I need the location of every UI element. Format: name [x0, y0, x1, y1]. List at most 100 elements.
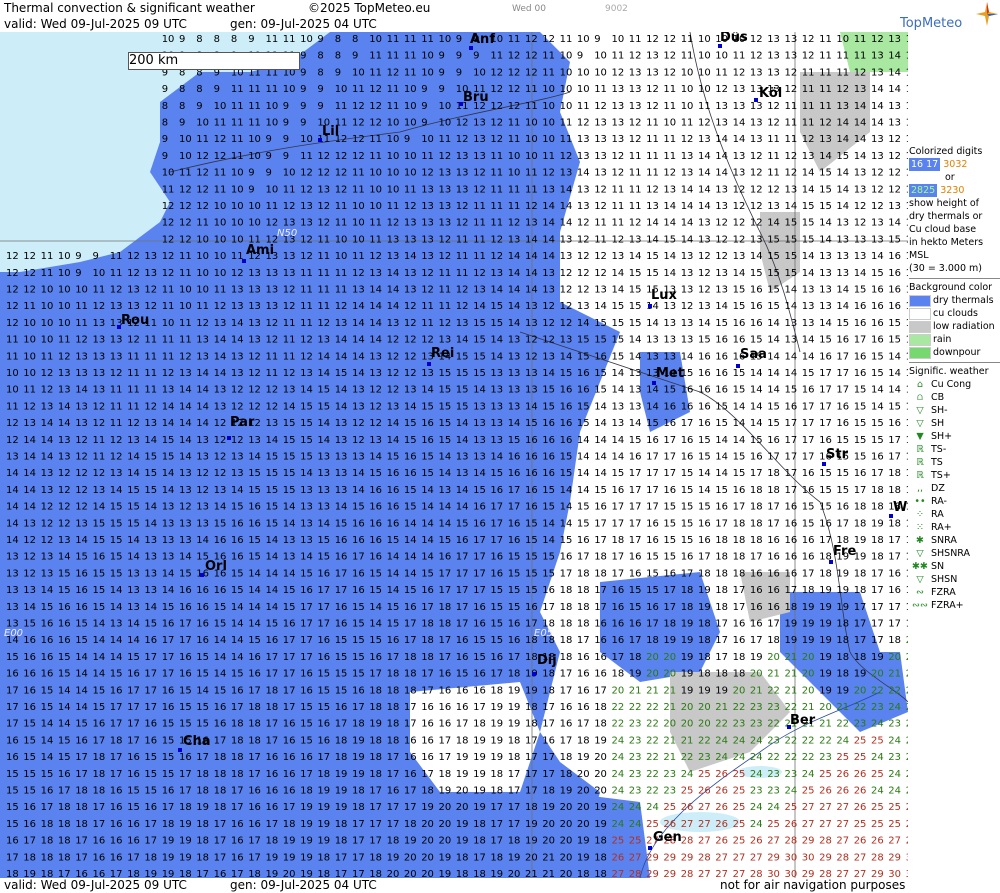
- svg-text:30: 30: [767, 869, 780, 878]
- svg-text:12: 12: [542, 335, 555, 346]
- svg-text:19: 19: [352, 735, 365, 746]
- svg-text:15: 15: [819, 485, 832, 496]
- svg-text:15: 15: [6, 769, 19, 780]
- svg-text:10: 10: [335, 234, 348, 245]
- footer-valid: valid: Wed 09-Jul-2025 09 UTC: [4, 878, 187, 892]
- svg-text:15: 15: [854, 418, 867, 429]
- svg-text:13: 13: [162, 518, 175, 529]
- svg-text:17: 17: [594, 685, 607, 696]
- svg-text:18: 18: [490, 685, 503, 696]
- svg-text:25: 25: [733, 836, 746, 847]
- svg-text:19: 19: [490, 735, 503, 746]
- svg-text:11: 11: [577, 101, 590, 112]
- svg-text:10: 10: [162, 168, 175, 179]
- svg-text:8: 8: [231, 34, 237, 45]
- svg-text:14: 14: [387, 285, 400, 296]
- svg-text:14: 14: [231, 619, 244, 630]
- svg-text:9: 9: [75, 251, 81, 262]
- svg-text:15: 15: [335, 669, 348, 680]
- svg-text:18: 18: [525, 719, 538, 730]
- svg-text:30: 30: [906, 869, 908, 878]
- svg-text:15: 15: [144, 452, 157, 463]
- svg-text:14: 14: [456, 502, 469, 513]
- svg-text:18: 18: [577, 585, 590, 596]
- svg-text:16: 16: [577, 535, 590, 546]
- svg-text:15: 15: [162, 719, 175, 730]
- svg-text:17: 17: [179, 769, 192, 780]
- svg-text:15: 15: [871, 435, 884, 446]
- svg-text:16: 16: [508, 635, 521, 646]
- svg-text:14: 14: [646, 385, 659, 396]
- svg-text:13: 13: [93, 368, 106, 379]
- svg-text:10: 10: [196, 234, 209, 245]
- svg-text:15: 15: [663, 535, 676, 546]
- svg-text:15: 15: [750, 335, 763, 346]
- svg-text:15: 15: [248, 552, 261, 563]
- svg-text:17: 17: [352, 852, 365, 863]
- svg-text:16: 16: [490, 652, 503, 663]
- svg-text:20: 20: [560, 836, 573, 847]
- svg-text:13: 13: [508, 335, 521, 346]
- svg-text:13: 13: [612, 84, 625, 95]
- svg-text:13: 13: [127, 585, 140, 596]
- svg-text:19: 19: [421, 802, 434, 813]
- svg-text:15: 15: [404, 585, 417, 596]
- svg-text:14: 14: [369, 619, 382, 630]
- svg-text:12: 12: [663, 34, 676, 45]
- svg-text:12: 12: [525, 335, 538, 346]
- svg-text:12: 12: [802, 51, 815, 62]
- svg-text:11: 11: [508, 34, 521, 45]
- svg-text:13: 13: [162, 535, 175, 546]
- svg-text:22: 22: [802, 735, 815, 746]
- svg-text:16: 16: [110, 836, 123, 847]
- svg-text:17: 17: [404, 802, 417, 813]
- svg-text:27: 27: [715, 869, 728, 878]
- svg-text:11: 11: [93, 452, 106, 463]
- svg-text:12: 12: [162, 234, 175, 245]
- svg-text:25: 25: [854, 819, 867, 830]
- svg-text:18: 18: [560, 619, 573, 630]
- svg-text:15: 15: [231, 585, 244, 596]
- svg-text:10: 10: [283, 168, 296, 179]
- svg-text:13: 13: [836, 251, 849, 262]
- svg-text:24: 24: [888, 769, 901, 780]
- svg-text:19: 19: [162, 869, 175, 878]
- svg-text:13: 13: [819, 268, 832, 279]
- svg-text:13: 13: [612, 118, 625, 129]
- svg-text:15: 15: [663, 552, 676, 563]
- svg-text:12: 12: [646, 101, 659, 112]
- mini-label-b: 9002: [605, 4, 628, 14]
- svg-text:13: 13: [231, 285, 244, 296]
- svg-text:18: 18: [767, 485, 780, 496]
- svg-text:16: 16: [23, 685, 36, 696]
- svg-text:14: 14: [352, 301, 365, 312]
- svg-text:13: 13: [404, 285, 417, 296]
- svg-text:19: 19: [819, 685, 832, 696]
- svg-text:24: 24: [612, 819, 625, 830]
- svg-text:17: 17: [421, 769, 434, 780]
- svg-text:16: 16: [456, 702, 469, 713]
- svg-text:12: 12: [577, 218, 590, 229]
- svg-text:13: 13: [162, 552, 175, 563]
- svg-text:16: 16: [144, 735, 157, 746]
- svg-text:14: 14: [23, 452, 36, 463]
- svg-text:9: 9: [456, 34, 462, 45]
- svg-text:25: 25: [663, 802, 676, 813]
- generated-time: gen: 09-Jul-2025 04 UTC: [230, 17, 377, 31]
- svg-text:24: 24: [612, 769, 625, 780]
- svg-text:19: 19: [439, 869, 452, 878]
- svg-text:11: 11: [646, 151, 659, 162]
- svg-text:13: 13: [767, 201, 780, 212]
- svg-text:15: 15: [663, 234, 676, 245]
- svg-text:17: 17: [144, 669, 157, 680]
- svg-text:19: 19: [785, 635, 798, 646]
- svg-text:17: 17: [888, 435, 901, 446]
- svg-text:13: 13: [196, 502, 209, 513]
- svg-text:14: 14: [612, 385, 625, 396]
- svg-text:12: 12: [93, 468, 106, 479]
- svg-text:11: 11: [612, 218, 625, 229]
- svg-text:14: 14: [231, 318, 244, 329]
- svg-text:18: 18: [906, 602, 908, 613]
- svg-text:13: 13: [127, 602, 140, 613]
- svg-text:13: 13: [421, 201, 434, 212]
